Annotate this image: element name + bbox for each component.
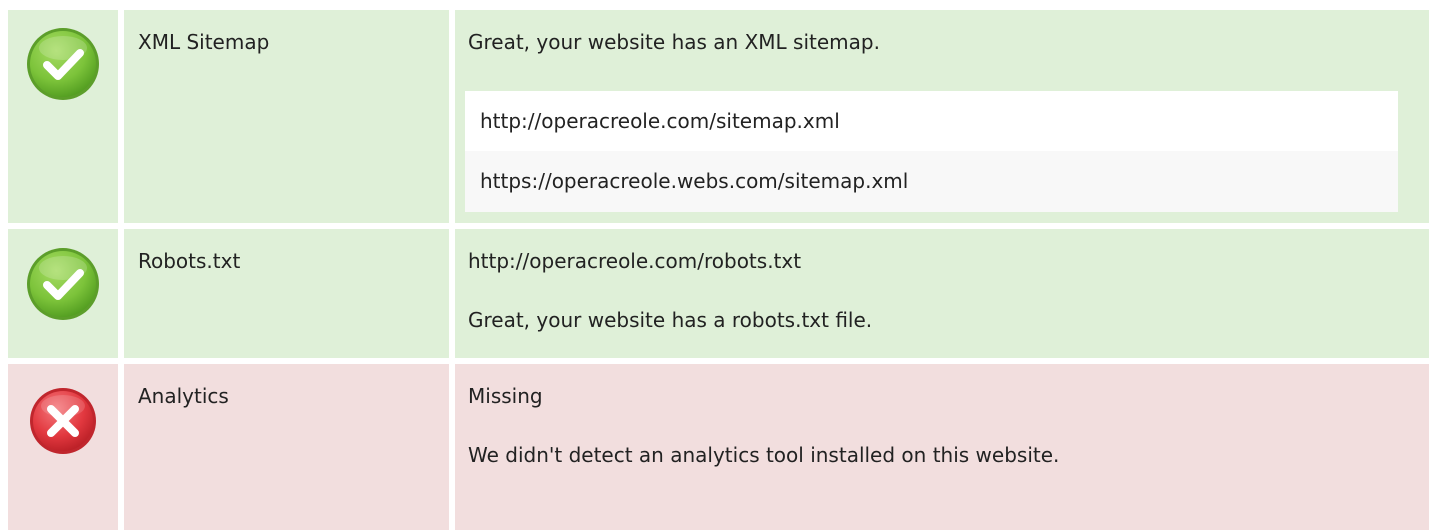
check-icon <box>25 26 101 102</box>
check-message: Great, your website has an XML sitemap. <box>468 30 880 54</box>
check-detail-cell: Great, your website has an XML sitemap. … <box>455 10 1429 223</box>
sitemap-url-list: http://operacreole.com/sitemap.xml https… <box>465 91 1398 212</box>
robots-url: http://operacreole.com/robots.txt <box>468 249 802 273</box>
check-message: Great, your website has a robots.txt fil… <box>468 308 873 332</box>
check-row-robots-txt: Robots.txt http://operacreole.com/robots… <box>8 229 1429 358</box>
check-label: Analytics <box>138 384 229 408</box>
check-message: We didn't detect an analytics tool insta… <box>468 443 1060 467</box>
check-label: Robots.txt <box>138 249 241 273</box>
check-label-cell: XML Sitemap <box>124 10 449 223</box>
check-label: XML Sitemap <box>138 30 270 54</box>
check-detail-cell: Missing We didn't detect an analytics to… <box>455 364 1429 530</box>
check-row-xml-sitemap: XML Sitemap Great, your website has an X… <box>8 10 1429 223</box>
check-label-cell: Analytics <box>124 364 449 530</box>
check-label-cell: Robots.txt <box>124 229 449 358</box>
status-cell <box>8 364 118 530</box>
check-icon <box>25 246 101 322</box>
sitemap-url: http://operacreole.com/sitemap.xml <box>465 91 1398 151</box>
check-detail-cell: http://operacreole.com/robots.txt Great,… <box>455 229 1429 358</box>
analytics-value: Missing <box>468 384 543 408</box>
seo-checks-table: XML Sitemap Great, your website has an X… <box>0 0 1429 530</box>
cross-icon <box>28 386 98 456</box>
status-cell <box>8 10 118 223</box>
status-cell <box>8 229 118 358</box>
check-row-analytics: Analytics Missing We didn't detect an an… <box>8 364 1429 530</box>
sitemap-url: https://operacreole.webs.com/sitemap.xml <box>465 151 1398 212</box>
